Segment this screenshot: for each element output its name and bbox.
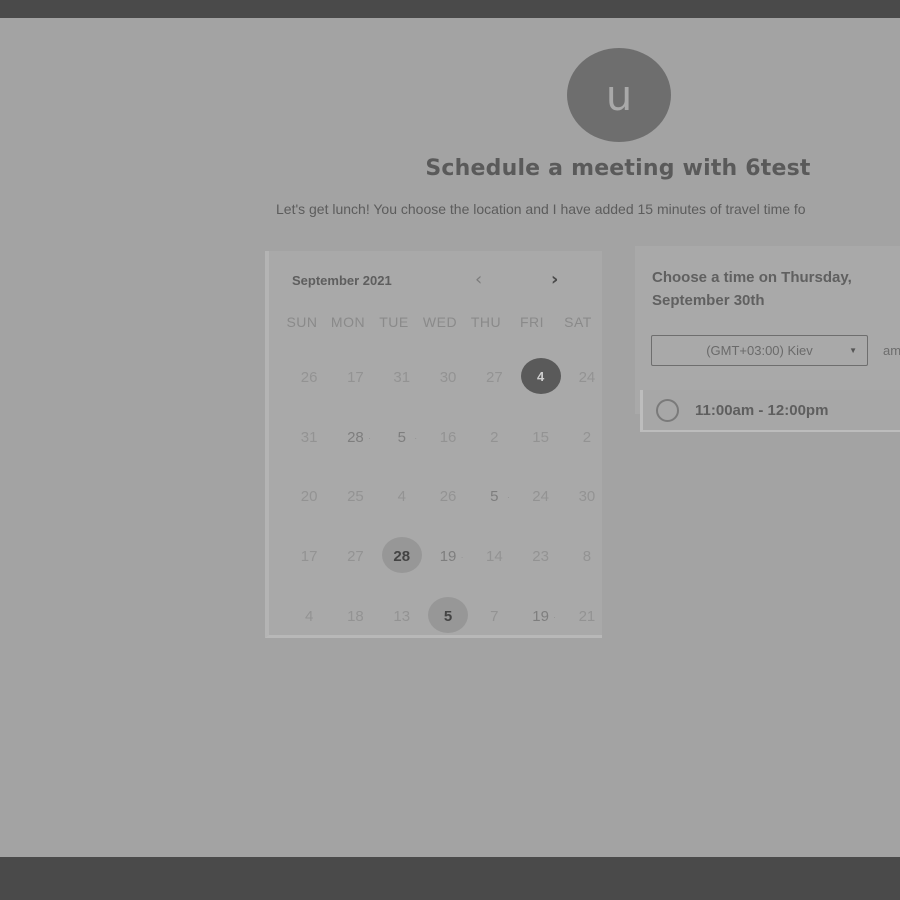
timezone-select[interactable]: (GMT+03:00) Kiev ▼ [651,335,868,366]
page-title: Schedule a meeting with 6test [425,156,811,181]
calendar-day-available[interactable]: 19 · [517,597,563,657]
availability-marker: · [553,612,556,622]
calendar-day: 7 [490,607,499,625]
avatar-letter: u [605,70,633,120]
calendar-day: 20 [300,488,318,506]
day-grid: 26 17 31 30 27 4 24 31 28 · 5 · 16 2 15 2 … [286,358,608,656]
calendar-day-available[interactable]: 5 · [379,418,425,478]
calendar-day: 30 [578,488,596,506]
calendar-day: 4 [304,607,314,625]
calendar-day: 23 [532,548,549,566]
calendar-day: 17 [347,369,364,386]
calendar-day: 27 [347,548,364,566]
bottom-bar [0,857,900,900]
timezone-value: (GMT+03:00) Kiev [706,343,813,358]
weekday-tue: TUE [379,314,409,330]
time-panel-heading: Choose a time on Thursday, September 30t… [652,269,852,309]
avatar: u [567,48,671,142]
meeting-description: Let's get lunch! You choose the location… [276,201,806,217]
time-slot-option[interactable]: 11:00am - 12:00pm [640,390,900,432]
calendar-day: 17 [300,548,318,566]
calendar-day: 24 [532,488,549,506]
calendar-day-highlighted[interactable]: 28 [379,537,425,597]
time-slot-label: 11:00am - 12:00pm [695,401,829,419]
calendar-day: 25 [347,488,364,506]
weekday-header: SUN MON TUE WED THU FRI SAT [279,314,601,330]
calendar-day: 26 [439,488,457,506]
calendar-day: 21 [578,607,596,625]
calendar-day: 13 [393,607,411,625]
calendar-day: 15 [532,428,549,446]
calendar-day: 18 [347,607,364,625]
chevron-down-icon: ▼ [849,346,857,355]
calendar-day: 27 [485,369,503,386]
availability-marker: · [460,553,464,563]
month-label: September 2021 [292,273,392,288]
weekday-mon: MON [330,314,366,330]
weekday-wed: WED [422,314,458,330]
radio-button[interactable] [656,398,679,422]
weekday-sat: SAT [564,314,592,330]
calendar-day: 8 [582,548,592,566]
weekday-thu: THU [470,314,502,330]
calendar-day-selected[interactable]: 4 [517,358,563,418]
top-bar [0,0,900,18]
calendar-day-highlighted[interactable]: 5 [425,597,471,657]
weekday-sun: SUN [286,314,318,330]
availability-marker: · [414,433,418,443]
calendar-day: 31 [393,369,411,386]
next-month-icon[interactable]: › [551,269,558,290]
previous-month-icon[interactable]: ‹ [475,269,482,290]
calendar-day: 31 [300,428,318,446]
time-format-toggle[interactable]: am [883,343,900,358]
weekday-fri: FRI [519,314,545,330]
availability-marker: · [368,433,371,443]
calendar-day: 14 [485,548,503,566]
time-slot-panel: Choose a time on Thursday, September 30t… [635,246,900,432]
calendar-day-available[interactable]: 19 · [425,537,471,597]
calendar-day-available[interactable]: 28 · [332,418,378,478]
calendar-day: 2 [490,428,499,446]
calendar-day: 30 [439,369,457,386]
calendar-day: 24 [578,369,596,386]
calendar-day: 26 [300,369,318,386]
date-picker: September 2021 ‹ › SUN MON TUE WED THU F… [265,251,602,638]
calendar-day-available[interactable]: 5 · [471,477,517,537]
availability-marker: · [506,493,510,503]
calendar-day: 2 [582,428,592,446]
scheduling-page: u Schedule a meeting with 6test Let's ge… [0,18,900,857]
calendar-day: 16 [439,428,457,446]
calendar-day: 4 [397,488,406,506]
